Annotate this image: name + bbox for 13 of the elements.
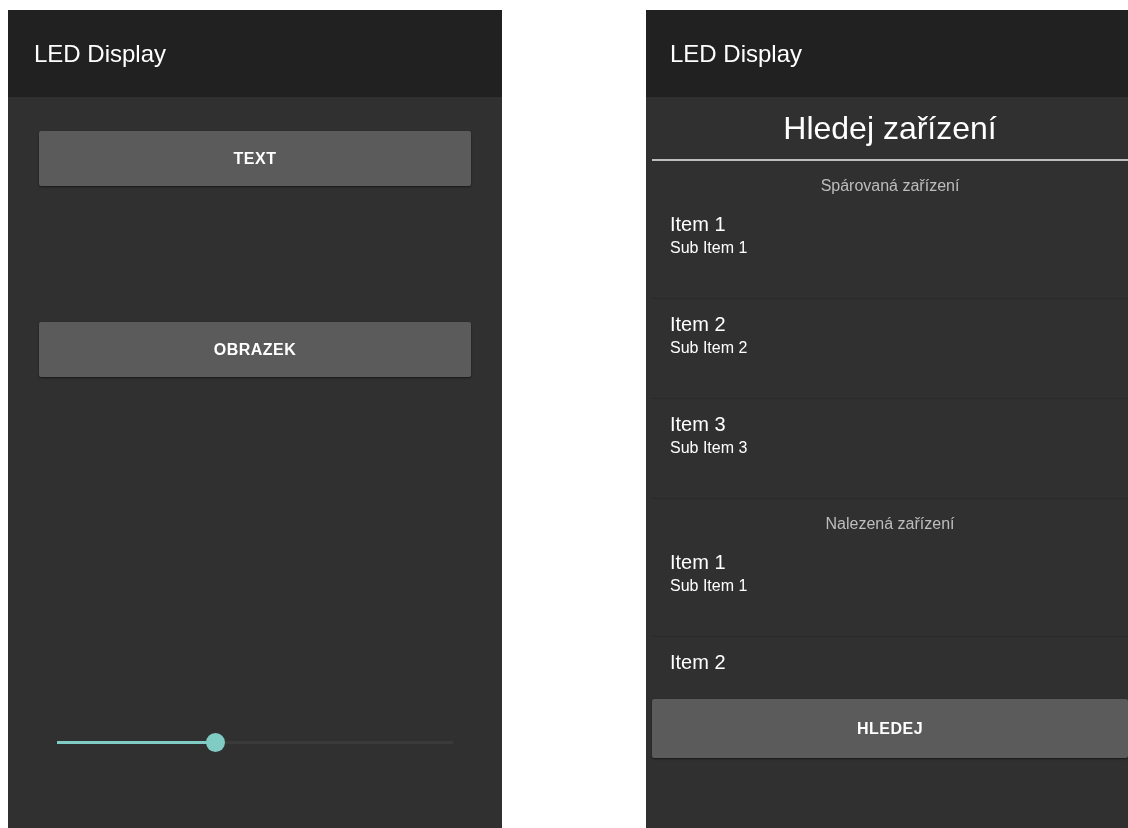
dialog-heading: Hledej zařízení xyxy=(783,109,997,147)
action-button[interactable]: TEXT xyxy=(39,131,471,186)
app-title: LED Display xyxy=(670,39,803,68)
device-list-item[interactable]: Item 1 Sub Item 1 xyxy=(652,199,1128,299)
device-list-item[interactable]: Item 3 Sub Item 3 xyxy=(652,399,1128,499)
app-title: LED Display xyxy=(34,39,167,68)
device-list-item[interactable]: Item 1 Sub Item 1 xyxy=(652,537,1128,637)
section-header: Nalezená zařízení xyxy=(825,515,955,532)
slider-thumb[interactable] xyxy=(206,733,226,752)
device-list-item[interactable]: Item 2 Sub Item 2 xyxy=(652,299,1128,399)
action-button[interactable]: OBRAZEK xyxy=(39,322,471,377)
search-button[interactable]: HLEDEJ xyxy=(652,699,1128,758)
section-header: Spárovaná zařízení xyxy=(820,177,960,194)
